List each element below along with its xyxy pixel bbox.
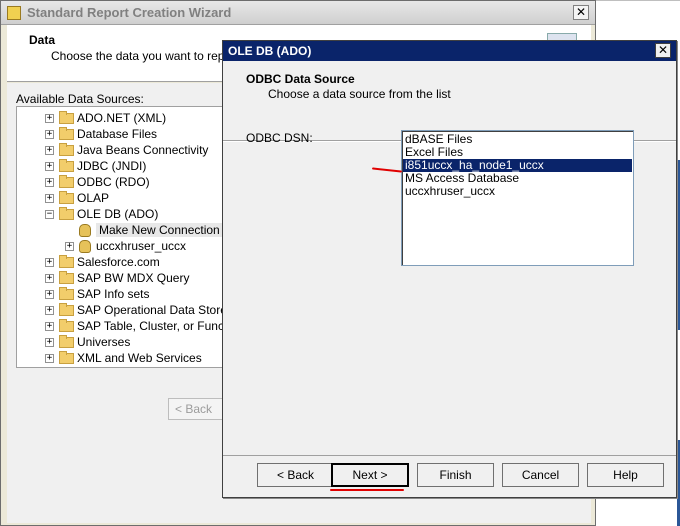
expand-icon[interactable]: + bbox=[45, 257, 54, 267]
odbc-dsn-list[interactable]: dBASE Files Excel Files i851uccx_ha_node1_… bbox=[401, 130, 634, 266]
dialog-close-button[interactable]: ✕ bbox=[655, 43, 671, 58]
tree-item[interactable]: + XML and Web Services bbox=[45, 350, 202, 366]
finish-button[interactable]: Finish bbox=[417, 463, 494, 487]
expand-icon[interactable]: + bbox=[45, 321, 54, 331]
expand-icon[interactable]: + bbox=[45, 305, 54, 315]
tree-item[interactable]: + Java Beans Connectivity bbox=[45, 142, 208, 158]
expand-icon[interactable]: + bbox=[45, 161, 54, 171]
tree-item[interactable]: + SAP Table, Cluster, or Functio bbox=[45, 318, 226, 334]
wizard-back-button[interactable]: < Back bbox=[168, 398, 230, 420]
expand-icon[interactable]: + bbox=[45, 193, 54, 203]
tree-item-label: Database Files bbox=[77, 127, 158, 141]
expand-icon[interactable]: + bbox=[45, 273, 54, 283]
expand-icon[interactable]: + bbox=[45, 289, 54, 299]
tree-item[interactable]: + Universes bbox=[45, 334, 130, 350]
available-sources-label: Available Data Sources: bbox=[16, 92, 144, 106]
expand-icon[interactable]: + bbox=[45, 177, 54, 187]
tree-item[interactable]: + JDBC (JNDI) bbox=[45, 158, 146, 174]
dialog-step-subtitle: Choose a data source from the list bbox=[268, 87, 451, 101]
folder-icon bbox=[59, 270, 74, 284]
tree-item[interactable]: + Salesforce.com bbox=[45, 254, 160, 270]
tree-item[interactable]: + SAP BW MDX Query bbox=[45, 270, 189, 286]
database-icon bbox=[79, 223, 91, 237]
tree-item-label: Make New Connection bbox=[96, 223, 223, 237]
expand-icon[interactable]: + bbox=[45, 337, 54, 347]
back-button[interactable]: < Back bbox=[257, 463, 334, 487]
tree-item-label: XML and Web Services bbox=[77, 351, 202, 365]
tree-item[interactable]: + Database Files bbox=[45, 126, 157, 142]
wizard-step-title: Data bbox=[29, 33, 56, 47]
desktop-edge bbox=[594, 0, 680, 1]
odbc-dsn-label: ODBC DSN: bbox=[246, 131, 313, 145]
tree-item-label: OLE DB (ADO) bbox=[77, 207, 159, 221]
folder-icon bbox=[59, 174, 74, 188]
tree-item[interactable]: + SAP Operational Data Store bbox=[45, 302, 226, 318]
tree-item-label: SAP Info sets bbox=[77, 287, 150, 301]
tree-item-label: SAP Table, Cluster, or Functio bbox=[77, 319, 226, 333]
tree-item-label: Java Beans Connectivity bbox=[77, 143, 209, 157]
database-icon bbox=[79, 239, 91, 253]
dialog-step-title: ODBC Data Source bbox=[246, 72, 355, 86]
next-button[interactable]: Next > bbox=[331, 463, 409, 487]
expand-icon[interactable]: + bbox=[45, 129, 54, 139]
footer-divider bbox=[223, 455, 676, 456]
wizard-title-bar: Standard Report Creation Wizard ✕ bbox=[1, 1, 595, 25]
tree-item[interactable]: + uccxhruser_uccx bbox=[65, 238, 186, 254]
tree-item[interactable]: + ODBC (RDO) bbox=[45, 174, 150, 190]
wizard-title: Standard Report Creation Wizard bbox=[27, 5, 232, 20]
folder-icon bbox=[59, 254, 74, 268]
folder-icon bbox=[59, 190, 74, 204]
dialog-title: OLE DB (ADO) bbox=[228, 44, 312, 58]
data-source-tree[interactable]: + ADO.NET (XML) + Database Files + Java Beans… bbox=[16, 106, 226, 368]
dialog-title-bar: OLE DB (ADO) ✕ bbox=[223, 41, 676, 61]
tree-item-label: ODBC (RDO) bbox=[77, 175, 150, 189]
tree-item[interactable]: − OLE DB (ADO) bbox=[45, 206, 158, 222]
tree-item-label: OLAP bbox=[77, 191, 110, 205]
ole-db-dialog: OLE DB (ADO) ✕ ODBC Data Source Choose a… bbox=[222, 40, 677, 498]
annotation-underline-next bbox=[330, 489, 404, 491]
folder-icon bbox=[59, 206, 74, 220]
folder-icon bbox=[59, 318, 74, 332]
tree-item-label: Salesforce.com bbox=[77, 255, 160, 269]
tree-item[interactable]: Make New Connection bbox=[65, 222, 223, 238]
folder-icon bbox=[59, 126, 74, 140]
tree-item-label: uccxhruser_uccx bbox=[96, 239, 187, 253]
dsn-list-item[interactable]: uccxhruser_uccx bbox=[403, 185, 632, 198]
folder-icon bbox=[59, 286, 74, 300]
expand-icon[interactable]: + bbox=[45, 145, 54, 155]
expand-icon[interactable]: + bbox=[65, 241, 74, 251]
dialog-header: ODBC Data Source Choose a data source fr… bbox=[223, 61, 676, 141]
expand-icon[interactable]: + bbox=[45, 113, 54, 123]
collapse-icon[interactable]: − bbox=[45, 209, 54, 219]
expand-icon[interactable]: + bbox=[45, 353, 54, 363]
tree-item-label: SAP Operational Data Store bbox=[77, 303, 226, 317]
folder-icon bbox=[59, 350, 74, 364]
tree-item-label: Universes bbox=[77, 335, 131, 349]
folder-icon bbox=[59, 110, 74, 124]
wizard-close-button[interactable]: ✕ bbox=[573, 5, 589, 20]
folder-icon bbox=[59, 158, 74, 172]
folder-icon bbox=[59, 142, 74, 156]
help-button[interactable]: Help bbox=[587, 463, 664, 487]
wizard-step-subtitle: Choose the data you want to report o bbox=[51, 49, 249, 63]
tree-item-label: SAP BW MDX Query bbox=[77, 271, 190, 285]
wizard-app-icon bbox=[7, 6, 21, 20]
cancel-button[interactable]: Cancel bbox=[502, 463, 579, 487]
tree-item[interactable]: + OLAP bbox=[45, 190, 109, 206]
tree-item[interactable]: + ADO.NET (XML) bbox=[45, 110, 166, 126]
tree-item-label: ADO.NET (XML) bbox=[77, 111, 167, 125]
folder-icon bbox=[59, 334, 74, 348]
tree-item-label: JDBC (JNDI) bbox=[77, 159, 147, 173]
folder-icon bbox=[59, 302, 74, 316]
tree-item[interactable]: + SAP Info sets bbox=[45, 286, 150, 302]
